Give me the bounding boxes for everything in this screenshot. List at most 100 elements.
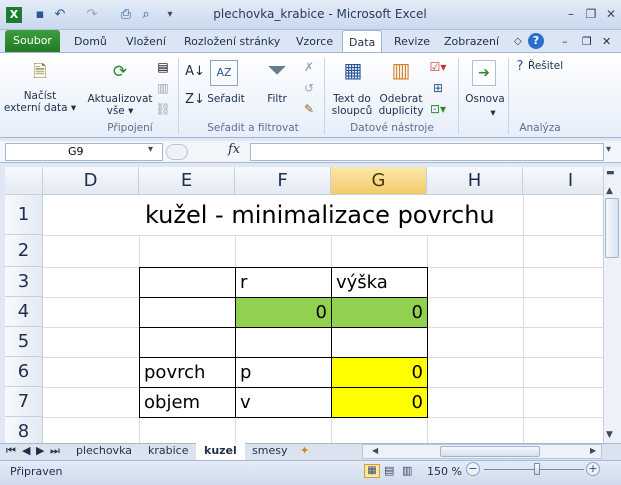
name-box-dropdown-icon[interactable]: ▾ [148,144,153,155]
save-icon[interactable]: ▪ [32,7,48,23]
excel-logo-icon[interactable]: X [6,7,22,23]
last-sheet-icon[interactable]: ⏭ [48,443,62,460]
outline-icon[interactable]: ➔ [472,60,496,86]
tab-data[interactable]: Data [342,30,382,53]
page-layout-view-icon[interactable]: ▤ [384,464,394,477]
zoom-out-icon[interactable]: − [466,462,480,476]
remove-duplicates-button[interactable]: Odebrat duplicity [376,93,426,117]
doc-restore-button[interactable]: ❐ [576,30,598,53]
tab-review[interactable]: Revize [388,30,436,53]
what-if-icon[interactable]: ⊡▾ [426,97,450,121]
sheet-tab-plechovka[interactable]: plechovka [68,443,140,460]
scroll-up-icon[interactable]: ▲ [606,186,613,196]
print-icon[interactable]: ⎙ [118,7,134,23]
zoom-level[interactable]: 150 % [427,465,462,478]
sort-za-icon[interactable]: Z↓ [184,88,206,112]
zoom-slider-thumb[interactable] [534,463,540,475]
column-header-e[interactable]: E [139,167,235,195]
first-sheet-icon[interactable]: ⏮ [4,443,18,460]
cell-g4[interactable]: 0 [331,297,428,328]
sort-button[interactable]: Seřadit [205,93,247,105]
prev-sheet-icon[interactable]: ◀ [20,443,32,460]
column-header-d[interactable]: D [43,167,139,195]
text-to-columns-button[interactable]: Text do sloupců [328,93,376,117]
cell-e6[interactable]: povrch [139,357,236,388]
outline-button[interactable]: Osnova [460,93,510,105]
scroll-left-icon[interactable]: ◀ [372,446,378,455]
scroll-split-icon[interactable]: ▬ [606,168,615,178]
cell-e3[interactable] [139,267,236,298]
select-all-corner[interactable] [5,167,43,195]
tab-view[interactable]: Zobrazení [438,30,505,53]
sheet-tab-smesy[interactable]: smesy [244,443,295,460]
ribbon-collapse-icon[interactable]: ◇ [508,30,528,53]
row-header-5[interactable]: 5 [5,327,43,357]
row-header-8[interactable]: 8 [5,417,43,443]
cell-e5[interactable] [139,327,236,358]
cell-g3[interactable]: výška [331,267,428,298]
remove-duplicates-icon[interactable]: ▥ [386,58,416,82]
row-header-7[interactable]: 7 [5,387,43,417]
name-box[interactable]: G9 [5,143,163,161]
formula-bar-expand-icon[interactable]: ▾ [606,144,611,155]
print-preview-icon[interactable]: ⌕ [138,7,154,23]
close-button[interactable]: ✕ [600,5,621,23]
row-header-6[interactable]: 6 [5,357,43,387]
minimize-button[interactable]: – [560,5,582,23]
row-header-2[interactable]: 2 [5,235,43,267]
solver-button[interactable]: Řešitel [528,60,572,72]
insert-function-button[interactable]: fx [228,142,240,157]
doc-close-button[interactable]: ✕ [596,30,617,53]
cell-f4[interactable]: 0 [235,297,332,328]
doc-minimize-button[interactable]: – [556,30,574,53]
advanced-filter-icon[interactable]: ✎ [300,97,318,121]
sheet-tab-krabice[interactable]: krabice [140,443,197,460]
cell-f3[interactable]: r [235,267,332,298]
refresh-icon[interactable]: ⟳ [108,60,132,84]
sort-dialog-icon[interactable]: AZ [210,60,238,86]
sort-az-icon[interactable]: A↓ [184,60,206,84]
cell-g7[interactable]: 0 [331,387,428,418]
filter-icon[interactable]: ⏷ [262,58,292,82]
vertical-scroll-thumb[interactable] [605,198,619,258]
redo-icon[interactable]: ↷ [84,7,100,23]
next-sheet-icon[interactable]: ▶ [34,443,46,460]
help-icon[interactable]: ? [528,33,544,49]
page-break-view-icon[interactable]: ▥ [402,464,412,477]
tab-file[interactable]: Soubor [5,30,60,52]
edit-links-icon[interactable]: ⛓ [154,97,172,121]
text-to-columns-icon[interactable]: ▦ [338,58,368,82]
scroll-down-icon[interactable]: ▼ [606,430,613,440]
restore-button[interactable]: ❐ [580,5,602,23]
sheet-tab-kuzel[interactable]: kuzel [196,443,245,460]
column-header-f[interactable]: F [235,167,331,195]
sheet-title[interactable]: kužel - minimalizace povrchu [145,195,495,235]
tab-insert[interactable]: Vložení [120,30,172,53]
cell-e7[interactable]: objem [139,387,236,418]
cell-g5[interactable] [331,327,428,358]
row-header-4[interactable]: 4 [5,297,43,327]
tab-formulas[interactable]: Vzorce [290,30,339,53]
row-header-3[interactable]: 3 [5,267,43,297]
formula-input[interactable] [250,143,604,161]
horizontal-scroll-thumb[interactable] [440,446,540,457]
refresh-all-button[interactable]: Aktualizovat vše ▾ [82,93,158,117]
outline-dropdown-icon[interactable]: ▾ [488,107,498,119]
column-header-i[interactable]: I [523,167,603,195]
scroll-right-icon[interactable]: ▶ [590,446,596,455]
cell-g6[interactable]: 0 [331,357,428,388]
customize-icon[interactable]: ▾ [162,7,178,23]
get-external-data-button[interactable]: Načíst externí data ▾ [2,90,78,114]
filter-button[interactable]: Filtr [258,93,296,105]
zoom-in-icon[interactable]: + [586,462,600,476]
normal-view-icon[interactable]: ▦ [364,464,380,478]
cell-f6[interactable]: p [235,357,332,388]
column-header-g[interactable]: G [331,167,427,195]
column-header-h[interactable]: H [427,167,523,195]
external-data-icon[interactable]: 🗎 [28,60,52,84]
cell-f5[interactable] [235,327,332,358]
row-header-1[interactable]: 1 [5,195,43,235]
formula-expand-icon[interactable] [166,144,188,160]
worksheet-grid[interactable]: D E F G H I 1 2 3 4 5 6 7 8 kužel - mini… [5,167,603,443]
tab-home[interactable]: Domů [68,30,113,53]
